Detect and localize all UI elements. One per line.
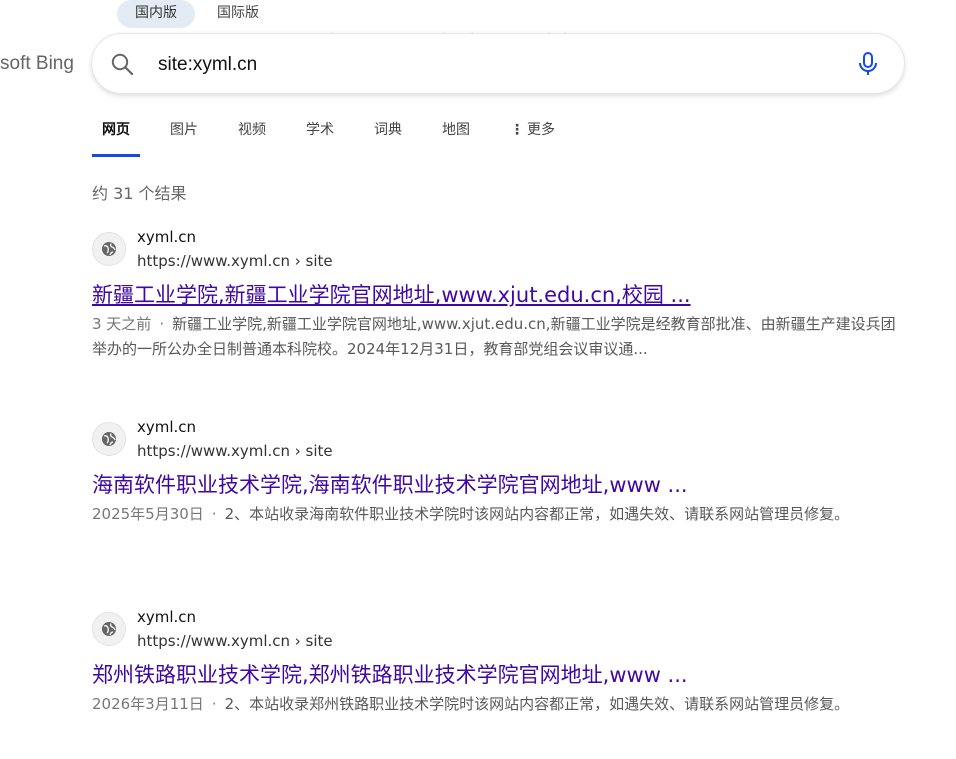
result-separator: ·	[211, 695, 217, 713]
region-tab-domestic[interactable]: 国内版	[117, 0, 195, 28]
result-site-name: xyml.cn	[137, 228, 197, 246]
search-result: xyml.cn https://www.xyml.cn › site 新疆工业学…	[92, 228, 904, 362]
result-url: https://www.xyml.cn › site	[137, 252, 333, 270]
tab-dictionary[interactable]: 词典	[364, 112, 412, 158]
globe-icon	[92, 232, 126, 266]
bing-logo[interactable]: soft Bing	[0, 53, 74, 75]
region-toggle: 国内版 国际版	[117, 0, 277, 28]
tab-more-label: 更多	[527, 122, 555, 138]
result-url: https://www.xyml.cn › site	[137, 632, 333, 650]
result-date: 3 天之前	[92, 315, 152, 333]
tab-images[interactable]: 图片	[160, 112, 208, 158]
tab-videos[interactable]: 视频	[228, 112, 276, 158]
tab-maps[interactable]: 地图	[432, 112, 480, 158]
tab-web[interactable]: 网页	[92, 112, 140, 158]
result-title-link[interactable]: 新疆工业学院,新疆工业学院官网地址,www.xjut.edu.cn,校园 ...	[92, 280, 904, 310]
globe-icon	[92, 612, 126, 646]
search-input[interactable]	[156, 48, 840, 82]
result-url: https://www.xyml.cn › site	[137, 442, 333, 460]
result-title-link[interactable]: 郑州铁路职业技术学院,郑州铁路职业技术学院官网地址,www ...	[92, 660, 904, 690]
result-date: 2026年3月11日	[92, 695, 204, 713]
result-site-name: xyml.cn	[137, 608, 197, 626]
microphone-icon[interactable]	[856, 51, 880, 77]
result-count: 约 31 个结果	[92, 184, 187, 203]
result-separator: ·	[159, 315, 165, 333]
result-source[interactable]: xyml.cn https://www.xyml.cn › site	[92, 608, 904, 656]
result-snippet-text: 2、本站收录郑州铁路职业技术学院时该网站内容都正常，如遇失效、请联系网站管理员修…	[224, 695, 850, 713]
tab-more[interactable]: ⋮ 更多	[500, 112, 565, 158]
search-vertical-tabs: 网页 图片 视频 学术 词典 地图 ⋮ 更多	[92, 112, 585, 158]
search-result: xyml.cn https://www.xyml.cn › site 海南软件职…	[92, 418, 904, 527]
result-snippet: 2025年5月30日 · 2、本站收录海南软件职业技术学院时该网站内容都正常，如遇失…	[92, 502, 904, 527]
result-snippet-text: 2、本站收录海南软件职业技术学院时该网站内容都正常，如遇失效、请联系网站管理员修…	[224, 505, 850, 523]
bing-results-page: 国内版 国际版 https://www.huzhan.com/ishop1016…	[0, 0, 956, 759]
globe-icon	[92, 422, 126, 456]
search-result: xyml.cn https://www.xyml.cn › site 郑州铁路职…	[92, 608, 904, 717]
result-source[interactable]: xyml.cn https://www.xyml.cn › site	[92, 418, 904, 466]
result-snippet-text: 新疆工业学院,新疆工业学院官网地址,www.xjut.edu.cn,新疆工业学院…	[92, 315, 896, 358]
result-date: 2025年5月30日	[92, 505, 204, 523]
search-icon[interactable]	[110, 52, 134, 76]
result-source[interactable]: xyml.cn https://www.xyml.cn › site	[92, 228, 904, 276]
search-box	[92, 34, 904, 93]
tab-academic[interactable]: 学术	[296, 112, 344, 158]
result-title-link[interactable]: 海南软件职业技术学院,海南软件职业技术学院官网地址,www ...	[92, 470, 904, 500]
result-site-name: xyml.cn	[137, 418, 197, 436]
result-snippet: 2026年3月11日 · 2、本站收录郑州铁路职业技术学院时该网站内容都正常，如遇失…	[92, 692, 904, 717]
result-snippet: 3 天之前 · 新疆工业学院,新疆工业学院官网地址,www.xjut.edu.cn,…	[92, 312, 904, 362]
region-tab-international[interactable]: 国际版	[199, 0, 277, 28]
more-dots-icon: ⋮	[510, 122, 524, 138]
result-separator: ·	[211, 505, 217, 523]
